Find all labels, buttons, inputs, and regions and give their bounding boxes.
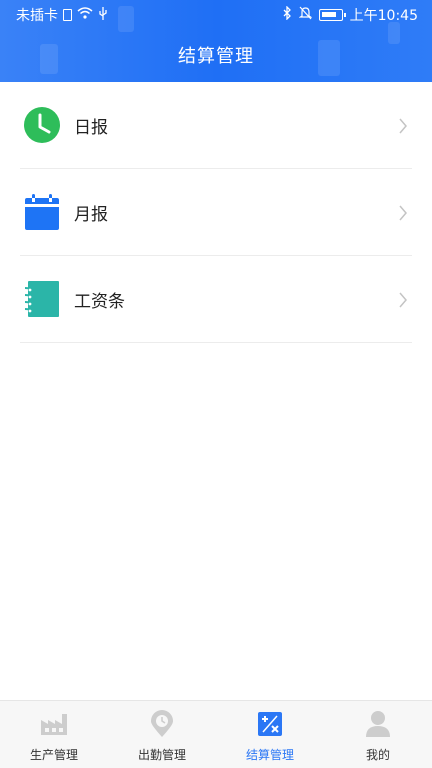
status-bar: 未插卡 上午10:45 [0, 0, 432, 30]
list-item-daily-report[interactable]: 日报 [20, 82, 412, 169]
chevron-right-icon [398, 118, 408, 138]
mute-bell-icon [298, 6, 313, 24]
wifi-icon [77, 7, 93, 23]
list-item-monthly-report[interactable]: 月报 [20, 169, 412, 256]
tab-settlement[interactable]: 结算管理 [216, 701, 324, 768]
tab-label: 我的 [365, 748, 390, 762]
list-item-label: 日报 [74, 117, 108, 138]
notebook-icon [24, 281, 60, 317]
bluetooth-icon [283, 5, 292, 24]
menu-list: 日报 月报 工资条 [0, 82, 432, 343]
list-item-label: 月报 [74, 204, 108, 225]
factory-icon [39, 709, 69, 739]
chevron-right-icon [398, 292, 408, 312]
tab-production[interactable]: 生产管理 [0, 701, 108, 768]
tab-mine[interactable]: 我的 [324, 701, 432, 768]
carrier-text: 未插卡 [16, 8, 58, 24]
tab-label: 出勤管理 [137, 748, 186, 762]
app-screen: 未插卡 上午10:45 结算管理 日报 月报 工资条 生产管理 出勤管理 结算管… [0, 0, 432, 768]
usb-icon [98, 6, 108, 24]
list-item-payslip[interactable]: 工资条 [20, 256, 412, 343]
tab-label: 生产管理 [29, 748, 78, 762]
tab-attendance[interactable]: 出勤管理 [108, 701, 216, 768]
page-title: 结算管理 [178, 46, 254, 67]
location-pin-icon [147, 709, 177, 739]
bottom-tab-bar: 生产管理 出勤管理 结算管理 我的 [0, 700, 432, 768]
chevron-right-icon [398, 205, 408, 225]
calculator-icon [255, 709, 285, 739]
calendar-icon [24, 194, 60, 230]
status-time: 上午10:45 [349, 8, 418, 24]
header: 未插卡 上午10:45 结算管理 [0, 0, 432, 82]
person-icon [363, 709, 393, 739]
tab-label: 结算管理 [245, 748, 294, 762]
clock-icon [24, 107, 60, 143]
list-item-label: 工资条 [74, 291, 125, 312]
sim-icon [63, 9, 72, 21]
battery-icon [318, 9, 346, 21]
